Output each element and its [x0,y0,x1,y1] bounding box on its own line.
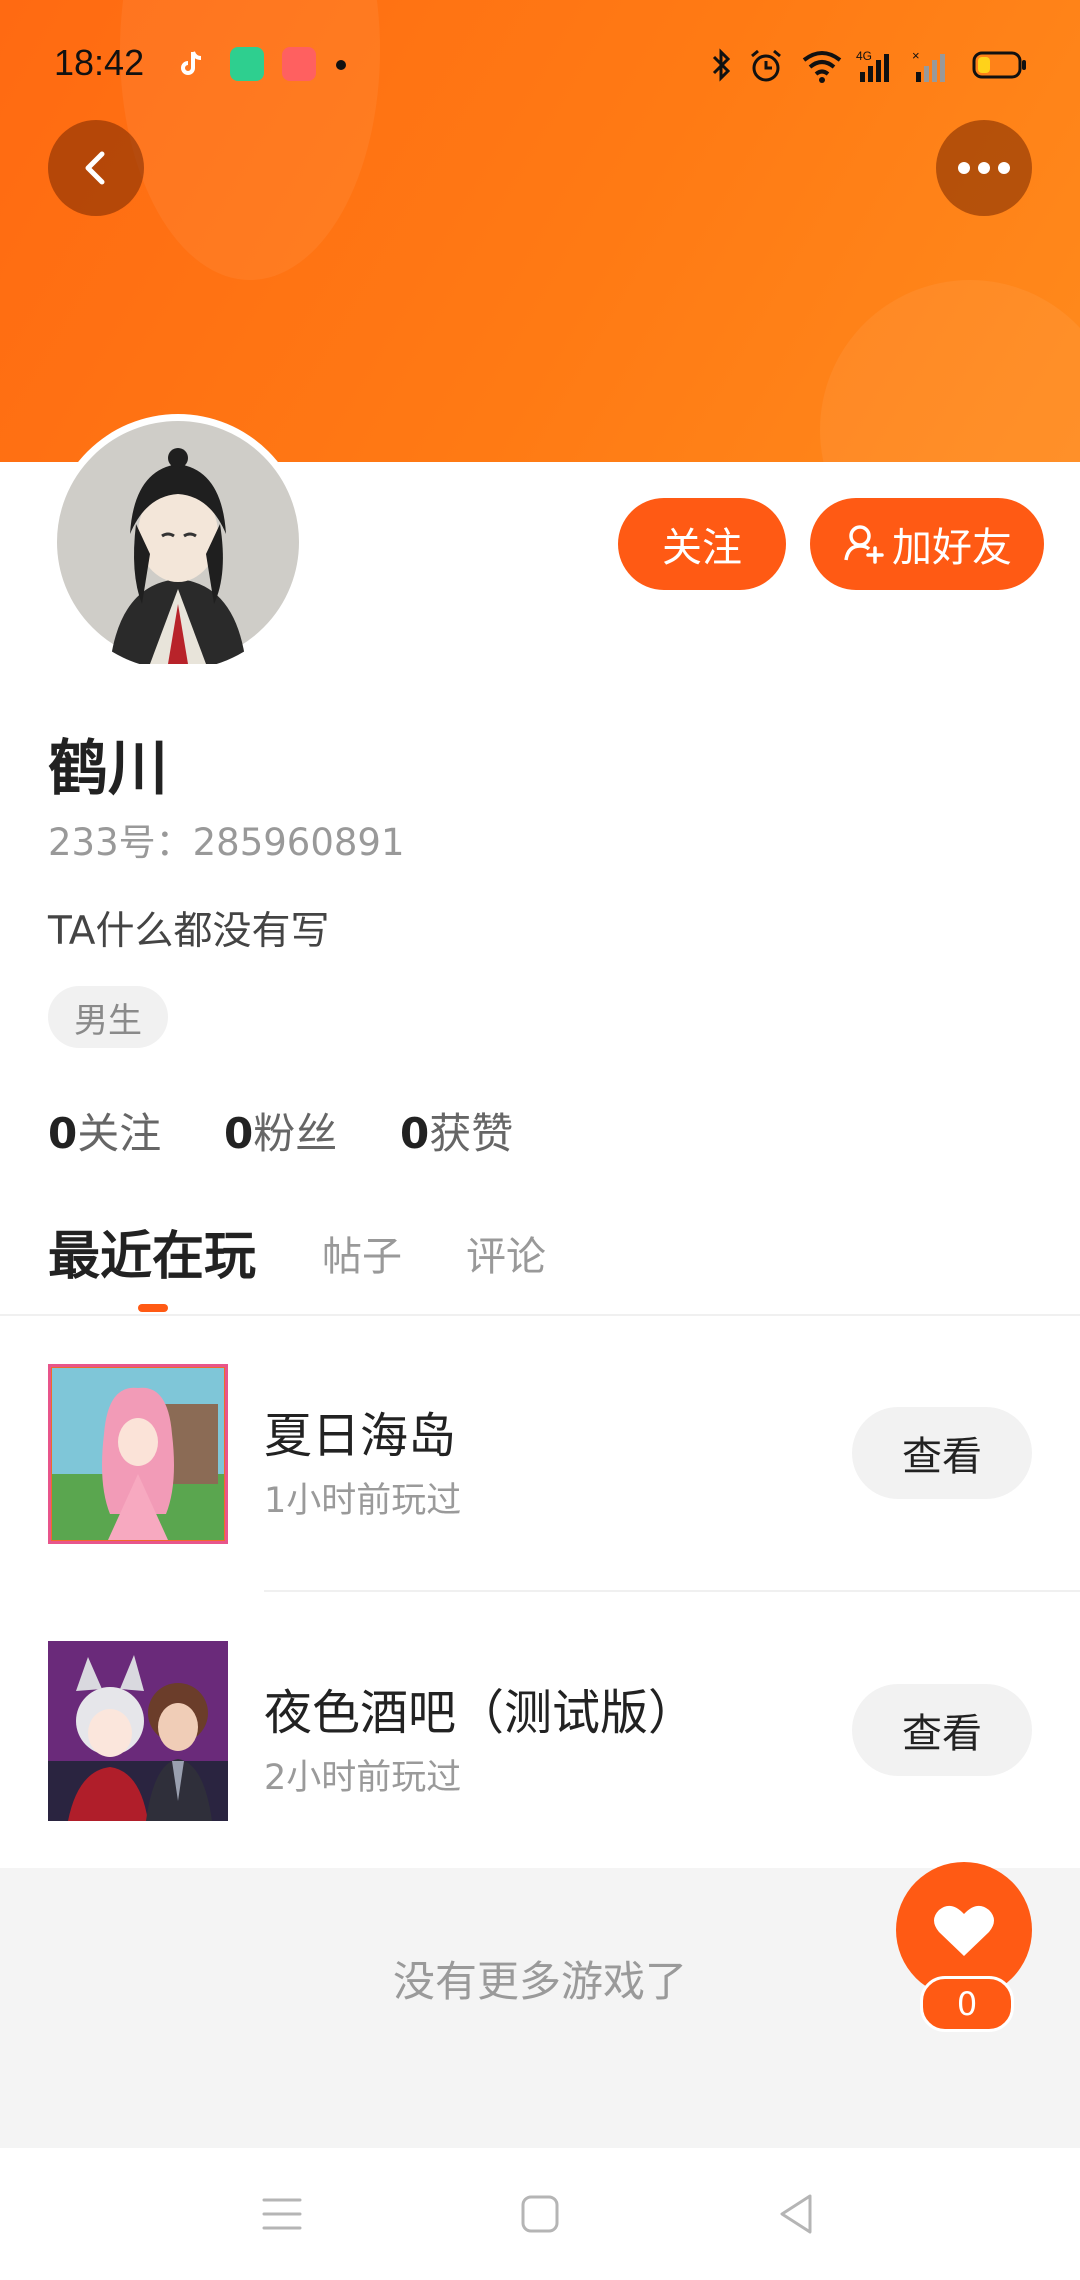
back-button[interactable] [48,120,144,216]
stat-following-count: 0 [48,1109,78,1158]
menu-icon[interactable] [262,2196,302,2232]
banner-decoration [120,0,380,280]
battery-icon [972,51,1026,79]
chevron-left-icon [85,151,105,185]
game-cover-image [48,1641,228,1821]
game-thumbnail[interactable] [48,1641,228,1821]
game-cover-image [48,1364,228,1544]
game-played-time: 1小时前玩过 [264,1481,462,1521]
banner-decoration [820,280,1080,462]
tabs-divider [0,1314,1080,1316]
more-dots-icon [958,162,1010,174]
view-button[interactable]: 查看 [852,1684,1032,1776]
game-title: 夜色酒吧（测试版） [264,1685,697,1741]
bluetooth-icon [712,48,731,82]
row-divider [264,1590,1080,1592]
avatar-image [51,415,305,669]
stat-fans-count: 0 [224,1109,254,1158]
tab-posts[interactable]: 帖子 [322,1224,402,1282]
alarm-icon [751,49,781,82]
stat-following[interactable]: 0关注 [48,1100,161,1161]
stat-fans[interactable]: 0粉丝 [224,1100,337,1161]
follow-label: 关注 [662,525,742,571]
game-played-time: 2小时前玩过 [264,1758,462,1798]
signal-4g-icon: 4G [856,49,889,82]
view-button[interactable]: 查看 [852,1407,1032,1499]
add-friend-button[interactable]: 加好友 [810,498,1044,590]
tab-recent-play[interactable]: 最近在玩 [48,1214,256,1289]
svg-text:4G: 4G [856,49,872,63]
game-title: 夏日海岛 [264,1408,457,1464]
tab-indicator [138,1304,168,1312]
follow-button[interactable]: 关注 [618,498,786,590]
more-button[interactable] [936,120,1032,216]
stat-fans-label: 粉丝 [253,1109,338,1158]
stat-following-label: 关注 [77,1109,162,1158]
tiktok-icon [181,51,202,75]
stat-likes-count: 0 [400,1109,430,1158]
avatar[interactable] [50,414,306,670]
like-count-badge: 0 [920,1976,1014,2032]
signal-empty-icon: × [912,48,945,82]
notification-dot-icon [336,60,346,70]
back-nav-icon[interactable] [776,2192,816,2236]
gender-tag: 男生 [48,986,168,1048]
home-icon[interactable] [520,2194,560,2234]
add-friend-icon [844,525,884,564]
wifi-icon [802,51,842,83]
tab-comments[interactable]: 评论 [466,1224,546,1282]
heart-icon [934,1905,994,1956]
bio: TA什么都没有写 [48,909,330,954]
reader-app-icon [282,47,316,81]
voice-app-icon [230,47,264,81]
stat-likes-label: 获赞 [429,1109,514,1158]
user-id: 233号：285960891 [48,821,405,864]
add-friend-label: 加好友 [892,525,1012,571]
svg-text:×: × [912,48,920,63]
nickname: 鹤川 [48,734,168,804]
status-time: 18:42 [54,42,145,83]
stat-likes[interactable]: 0获赞 [400,1100,513,1161]
game-thumbnail[interactable] [48,1364,228,1544]
